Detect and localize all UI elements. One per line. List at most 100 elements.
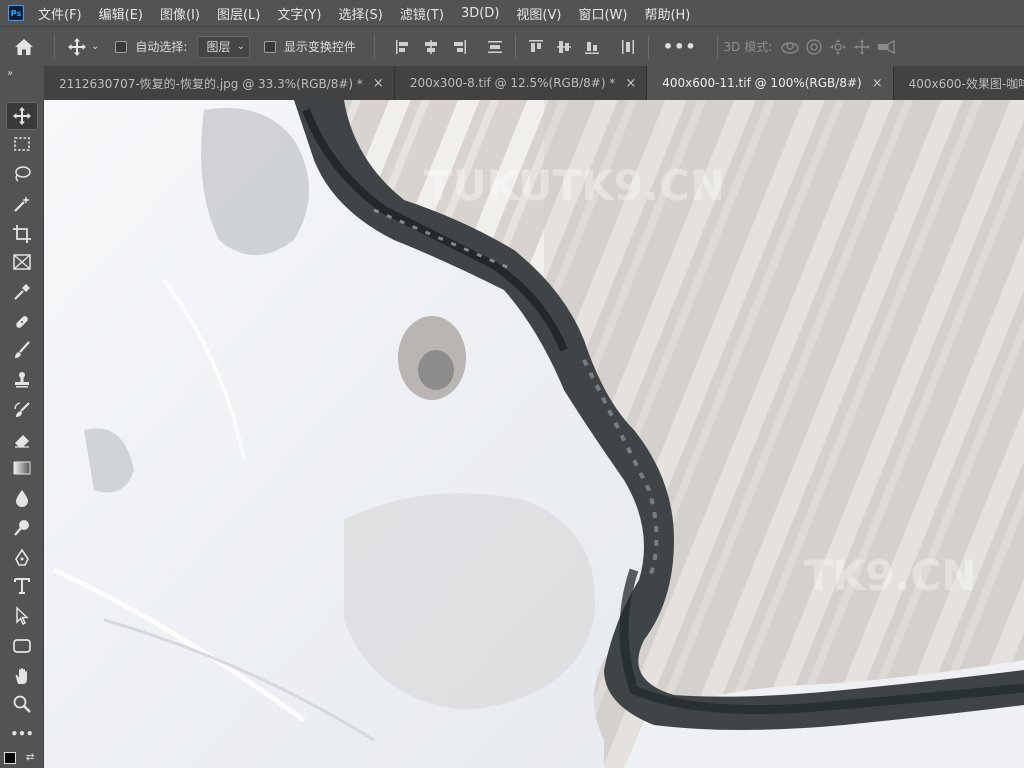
brush-icon: [15, 341, 30, 358]
close-icon[interactable]: ×: [625, 76, 636, 91]
3d-scale-button[interactable]: [874, 33, 898, 61]
tab-document-2[interactable]: 200x300-8.tif @ 12.5%(RGB/8#) * ×: [394, 66, 648, 100]
tools-panel: ••• ⇄: [0, 100, 44, 768]
tab-document-1[interactable]: 2112630707-恢复的-恢复的.jpg @ 33.3%(RGB/8#) *…: [44, 66, 395, 100]
swap-colors-icon[interactable]: ⇄: [26, 752, 34, 763]
menu-help[interactable]: 帮助(H): [644, 4, 690, 23]
eraser-tool[interactable]: [6, 426, 38, 454]
chevron-down-icon: ⌄: [91, 41, 100, 52]
distribute-horizontal-button[interactable]: [614, 33, 642, 61]
dodge-tool[interactable]: [6, 514, 38, 542]
align-bottom-button[interactable]: [578, 33, 606, 61]
eyedropper-icon: [14, 284, 30, 300]
healing-brush-tool[interactable]: [6, 308, 38, 336]
separator: [373, 34, 375, 59]
align-right-button[interactable]: [445, 33, 473, 61]
bandage-icon: [16, 316, 28, 328]
lasso-tool[interactable]: [6, 160, 38, 188]
3d-roll-icon: [806, 38, 822, 55]
blur-tool[interactable]: [6, 484, 38, 512]
layer-select-dropdown[interactable]: 图层 ⌄: [197, 35, 250, 58]
hand-icon: [15, 668, 27, 684]
clone-stamp-tool[interactable]: [6, 366, 38, 394]
menu-window[interactable]: 窗口(W): [578, 4, 627, 23]
3d-pan-button[interactable]: [826, 33, 850, 61]
home-button[interactable]: [0, 27, 48, 67]
dodge-icon: [14, 520, 29, 536]
panel-expander[interactable]: »: [0, 66, 44, 100]
menu-layer[interactable]: 图层(L): [217, 4, 260, 23]
history-brush-tool[interactable]: [6, 396, 38, 424]
foreground-color-swatch[interactable]: [4, 752, 16, 764]
gradient-tool[interactable]: [6, 454, 38, 482]
hand-tool[interactable]: [6, 662, 38, 690]
3d-slide-button[interactable]: [850, 33, 874, 61]
tab-document-3-active[interactable]: 400x600-11.tif @ 100%(RGB/8#) ×: [647, 66, 894, 100]
gradient-icon: [13, 461, 31, 475]
document-canvas[interactable]: TUKUTK9.CN TK9.CN: [44, 100, 1024, 768]
marquee-icon: [14, 137, 30, 151]
close-icon[interactable]: ×: [872, 76, 883, 91]
document-tabs: 2112630707-恢复的-恢复的.jpg @ 33.3%(RGB/8#) *…: [44, 66, 1024, 100]
move-tool-preset-picker[interactable]: ⌄: [67, 37, 99, 57]
photoshop-logo[interactable]: Ps: [8, 5, 24, 21]
auto-select-label: 自动选择:: [135, 40, 188, 54]
eyedropper-tool[interactable]: [6, 278, 38, 306]
type-tool[interactable]: [6, 572, 38, 600]
separator: [716, 34, 718, 59]
align-vcenter-icon: [556, 40, 571, 53]
menu-edit[interactable]: 编辑(E): [99, 4, 143, 23]
align-vcenter-button[interactable]: [550, 33, 578, 61]
magic-wand-tool[interactable]: [6, 190, 38, 218]
move-tool[interactable]: [6, 102, 38, 130]
edit-toolbar-button[interactable]: •••: [6, 720, 38, 748]
brush-tool[interactable]: [6, 336, 38, 364]
distribute-vertical-icon: [487, 40, 502, 53]
crop-icon: [13, 225, 31, 243]
align-hcenter-icon: [424, 39, 437, 54]
marquee-tool[interactable]: [6, 130, 38, 158]
more-options-button[interactable]: •••: [663, 37, 697, 56]
3d-pan-icon: [830, 38, 847, 55]
menu-3d[interactable]: 3D(D): [461, 6, 499, 21]
align-top-icon: [528, 39, 543, 52]
separator: [647, 34, 649, 59]
eraser-icon: [15, 435, 29, 448]
auto-select-checkbox[interactable]: [115, 40, 128, 53]
lasso-icon: [15, 166, 31, 182]
align-top-button[interactable]: [522, 33, 550, 61]
tab-label: 200x300-8.tif @ 12.5%(RGB/8#) *: [409, 76, 616, 90]
pen-tool[interactable]: [6, 544, 38, 572]
rectangle-tool[interactable]: [6, 632, 38, 660]
path-selection-tool[interactable]: [6, 602, 38, 630]
distribute-vertical-button[interactable]: [481, 33, 509, 61]
align-left-button[interactable]: [389, 33, 417, 61]
menu-select[interactable]: 选择(S): [338, 4, 382, 23]
frame-icon: [13, 254, 31, 270]
pen-icon: [15, 548, 29, 566]
arrow-pointer-icon: [16, 606, 29, 626]
3d-mode-label: 3D 模式:: [723, 40, 773, 54]
3d-orbit-button[interactable]: [778, 33, 802, 61]
close-icon[interactable]: ×: [373, 76, 384, 91]
menu-image[interactable]: 图像(I): [160, 4, 200, 23]
3d-roll-button[interactable]: [802, 33, 826, 61]
align-group: [389, 33, 642, 61]
show-transform-checkbox[interactable]: [263, 40, 276, 53]
3d-slide-icon: [854, 38, 871, 55]
crop-tool[interactable]: [6, 220, 38, 248]
align-bottom-icon: [584, 41, 599, 54]
move-icon: [13, 107, 31, 125]
zoom-tool[interactable]: [6, 690, 38, 718]
distribute-horizontal-icon: [621, 39, 634, 54]
menu-type[interactable]: 文字(Y): [277, 4, 321, 23]
tab-document-4[interactable]: 400x600-效果图-咖啡色: [893, 66, 1024, 100]
3d-orbit-icon: [781, 41, 799, 54]
menu-file[interactable]: 文件(F): [38, 4, 82, 23]
frame-tool[interactable]: [6, 248, 38, 276]
watermark: TK9.CN: [804, 551, 976, 600]
menu-filter[interactable]: 滤镜(T): [400, 4, 444, 23]
menu-view[interactable]: 视图(V): [516, 4, 561, 23]
align-hcenter-button[interactable]: [417, 33, 445, 61]
rounded-rectangle-icon: [13, 639, 31, 653]
